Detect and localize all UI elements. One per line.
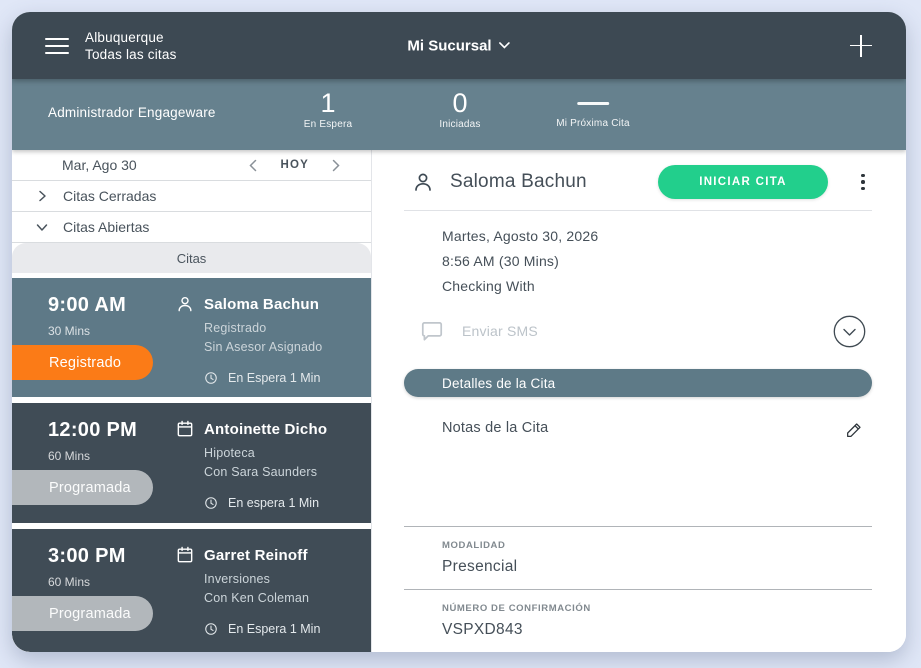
appointment-time: 12:00 PM: [48, 419, 175, 442]
status-badge-registered: Registrado: [12, 345, 153, 380]
appointment-detail-line: Sin Asesor Asignado: [204, 340, 361, 354]
appointment-detail-panel: Saloma Bachun INICIAR CITA Martes, Agost…: [372, 150, 906, 652]
stat-waiting-label: En Espera: [304, 119, 353, 130]
date-navigation: Mar, Ago 30 HOY: [12, 150, 371, 181]
field-modality: MODALIDAD Presencial: [404, 527, 872, 589]
appointment-client-name: Saloma Bachun: [204, 296, 319, 313]
chevron-right-icon: [332, 159, 340, 172]
status-bar: Administrador Engageware 1 En Espera 0 I…: [12, 79, 906, 150]
appointment-details-bar-label: Detalles de la Cita: [442, 376, 555, 391]
chevron-left-icon: [249, 159, 257, 172]
detail-checking-with: Checking With: [442, 274, 872, 299]
clock-icon: [204, 371, 218, 385]
chevron-down-icon: [34, 219, 50, 235]
appointment-detail-line: Con Ken Coleman: [204, 591, 361, 605]
field-modality-value: Presencial: [442, 558, 872, 576]
appointment-time: 9:00 AM: [48, 294, 175, 317]
calendar-icon: [175, 545, 195, 565]
field-confirmation-label: NÚMERO DE CONFIRMACIÓN: [442, 603, 872, 614]
detail-client-name: Saloma Bachun: [450, 171, 587, 193]
next-appointment-dash: [577, 102, 609, 105]
add-appointment-button[interactable]: [848, 33, 874, 59]
appointment-client-name: Garret Reinoff: [204, 547, 308, 564]
branch-selector-label: Mi Sucursal: [407, 37, 491, 54]
appointment-card-antoinette-dicho[interactable]: 12:00 PM 60 Mins Programada Antoinette D…: [12, 403, 371, 523]
clock-icon: [204, 622, 218, 636]
send-sms-label[interactable]: Enviar SMS: [462, 323, 538, 339]
stat-next-appointment: Mi Próxima Cita: [556, 88, 630, 129]
section-open-appointments[interactable]: Citas Abiertas: [12, 212, 371, 243]
appointment-duration: 60 Mins: [48, 575, 175, 589]
field-modality-label: MODALIDAD: [442, 540, 872, 551]
location-title: Albuquerque: [85, 29, 177, 46]
appointment-detail-line: Hipoteca: [204, 446, 361, 460]
field-confirmation-number: NÚMERO DE CONFIRMACIÓN VSPXD843: [404, 590, 872, 652]
status-badge-scheduled: Programada: [12, 596, 153, 631]
appointment-details-bar[interactable]: Detalles de la Cita: [404, 369, 872, 397]
start-appointment-button[interactable]: INICIAR CITA: [658, 165, 828, 199]
current-user-label: Administrador Engageware: [48, 105, 216, 120]
previous-day-button[interactable]: [242, 154, 264, 176]
appointment-detail-line: Con Sara Saunders: [204, 465, 361, 479]
appointment-duration: 30 Mins: [48, 324, 175, 338]
appointments-sidebar: Mar, Ago 30 HOY Citas Cerradas Citas Abi…: [12, 150, 372, 652]
stat-started-value: 0: [439, 88, 480, 118]
appointment-time: 3:00 PM: [48, 545, 175, 568]
appointment-when-block: Martes, Agosto 30, 2026 8:56 AM (30 Mins…: [442, 224, 872, 299]
appointment-wait-time: En Espera 1 Min: [228, 622, 320, 636]
field-confirmation-value: VSPXD843: [442, 621, 872, 639]
appointments-list-header: Citas: [12, 243, 371, 273]
notes-label: Notas de la Cita: [442, 420, 548, 436]
detail-date: Martes, Agosto 30, 2026: [442, 224, 872, 249]
hamburger-menu-icon[interactable]: [45, 33, 69, 59]
notes-section: Notas de la Cita: [442, 420, 872, 440]
stat-started: 0 Iniciadas: [439, 88, 480, 130]
next-day-button[interactable]: [325, 154, 347, 176]
send-sms-row: Enviar SMS: [419, 314, 872, 348]
clock-icon: [204, 496, 218, 510]
current-date-label: Mar, Ago 30: [62, 157, 242, 173]
appointment-detail-line: Registrado: [204, 321, 361, 335]
kebab-menu-icon[interactable]: [854, 169, 872, 195]
appointment-client-name: Antoinette Dicho: [204, 421, 327, 438]
appointment-duration: 60 Mins: [48, 449, 175, 463]
app-window: Albuquerque Todas las citas Mi Sucursal …: [12, 12, 906, 652]
appointment-wait-time: En espera 1 Min: [228, 496, 319, 510]
divider: [404, 210, 872, 211]
status-badge-scheduled: Programada: [12, 470, 153, 505]
chevron-right-icon: [34, 188, 50, 204]
appointment-card-garret-reinoff[interactable]: 3:00 PM 60 Mins Programada Garret Reinof…: [12, 529, 371, 652]
person-icon: [411, 170, 435, 194]
detail-time: 8:56 AM (30 Mins): [442, 249, 872, 274]
edit-pencil-icon[interactable]: [844, 420, 864, 440]
calendar-icon: [175, 419, 195, 439]
section-closed-appointments[interactable]: Citas Cerradas: [12, 181, 371, 212]
sms-bubble-icon[interactable]: [419, 318, 445, 344]
stat-started-label: Iniciadas: [439, 119, 480, 130]
section-open-label: Citas Abiertas: [63, 219, 149, 235]
appointment-card-saloma-bachun[interactable]: 9:00 AM 30 Mins Registrado Saloma Bachun…: [12, 278, 371, 397]
page-title: Albuquerque Todas las citas: [85, 29, 177, 63]
view-subtitle: Todas las citas: [85, 46, 177, 63]
person-icon: [175, 294, 195, 314]
stat-next-appointment-label: Mi Próxima Cita: [556, 118, 630, 129]
stat-waiting-value: 1: [304, 88, 353, 118]
stat-waiting: 1 En Espera: [304, 88, 353, 130]
top-header: Albuquerque Todas las citas Mi Sucursal: [12, 12, 906, 79]
appointment-detail-line: Inversiones: [204, 572, 361, 586]
today-button[interactable]: HOY: [280, 159, 309, 171]
appointment-wait-time: En Espera 1 Min: [228, 371, 320, 385]
expand-chevron-button[interactable]: [833, 315, 866, 348]
section-closed-label: Citas Cerradas: [63, 188, 156, 204]
chevron-down-icon: [499, 42, 511, 50]
branch-selector[interactable]: Mi Sucursal: [407, 37, 510, 54]
